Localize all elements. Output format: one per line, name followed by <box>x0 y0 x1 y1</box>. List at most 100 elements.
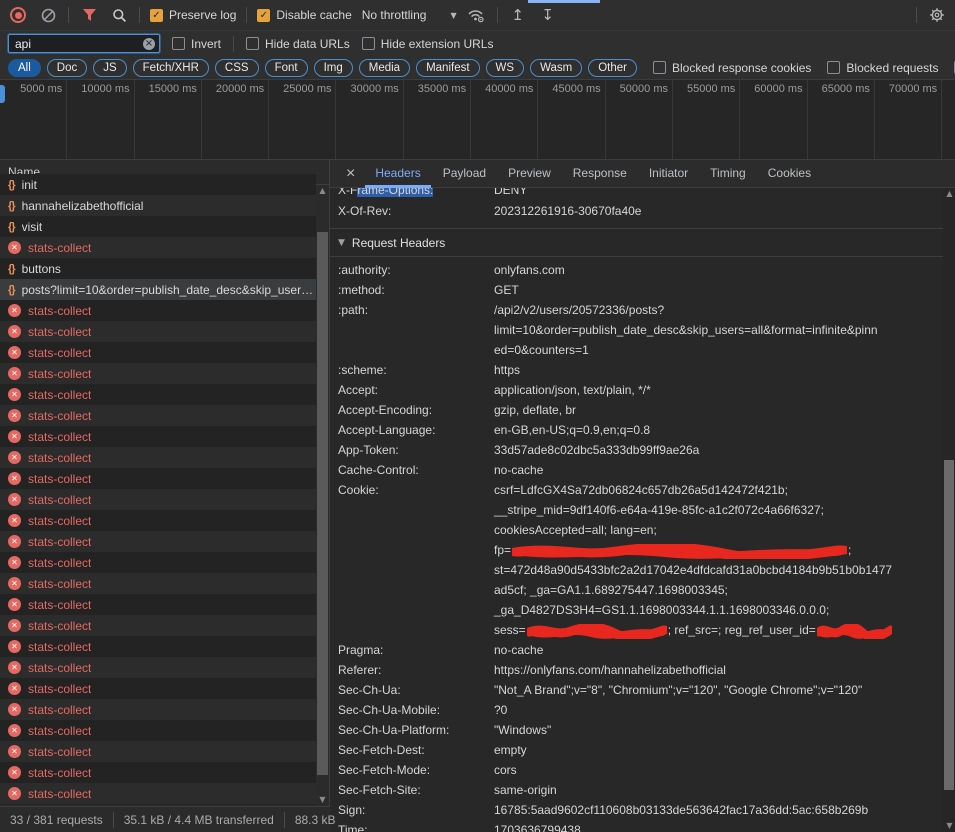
request-row[interactable]: {}buttons <box>0 258 316 279</box>
request-row[interactable]: ✕stats-collect <box>0 741 316 762</box>
filter-chip-doc[interactable]: Doc <box>47 59 87 77</box>
close-detail-icon[interactable]: × <box>338 165 363 183</box>
request-failed-icon: ✕ <box>8 514 21 527</box>
filter-chip-all[interactable]: All <box>8 59 41 77</box>
request-row[interactable]: ✕stats-collect <box>0 384 316 405</box>
blocked-response-cookies-checkbox[interactable]: Blocked response cookies <box>653 61 811 75</box>
request-row[interactable]: ✕stats-collect <box>0 615 316 636</box>
request-row[interactable]: ✕stats-collect <box>0 657 316 678</box>
request-row[interactable]: ✕stats-collect <box>0 720 316 741</box>
scroll-up-icon[interactable]: ▲ <box>943 188 955 200</box>
request-row[interactable]: ✕stats-collect <box>0 510 316 531</box>
request-row[interactable]: ✕stats-collect <box>0 573 316 594</box>
timeline-column: 25000 ms <box>269 80 336 159</box>
filter-chip-font[interactable]: Font <box>265 59 308 77</box>
header-name: Sec-Fetch-Dest: <box>338 740 494 760</box>
record-button[interactable] <box>8 5 28 25</box>
request-row[interactable]: ✕stats-collect <box>0 447 316 468</box>
tab-headers[interactable]: Headers <box>365 160 430 188</box>
request-row[interactable]: ✕stats-collect <box>0 237 316 258</box>
request-failed-icon: ✕ <box>8 304 21 317</box>
request-failed-icon: ✕ <box>8 703 21 716</box>
tab-payload[interactable]: Payload <box>433 160 496 188</box>
filter-chip-fetch-xhr[interactable]: Fetch/XHR <box>133 59 209 77</box>
request-row[interactable]: ✕stats-collect <box>0 762 316 783</box>
filter-chip-ws[interactable]: WS <box>486 59 525 77</box>
request-row[interactable]: ✕stats-collect <box>0 531 316 552</box>
header-value: 202312261916-30670fa40e <box>494 201 943 221</box>
detail-scrollbar[interactable]: ▲ ▼ <box>943 188 955 832</box>
request-failed-icon: ✕ <box>8 661 21 674</box>
export-har-button[interactable]: ↧ <box>538 5 558 25</box>
request-name: stats-collect <box>28 367 91 381</box>
request-row[interactable]: ✕stats-collect <box>0 489 316 510</box>
request-row[interactable]: ✕stats-collect <box>0 594 316 615</box>
header-row: :scheme:https <box>338 360 943 380</box>
scrollbar-thumb[interactable] <box>944 460 954 790</box>
request-row[interactable]: {}init <box>0 174 316 195</box>
clear-button[interactable] <box>38 5 58 25</box>
request-row[interactable]: ✕stats-collect <box>0 678 316 699</box>
request-row[interactable]: ✕stats-collect <box>0 783 316 804</box>
tab-response[interactable]: Response <box>563 160 637 188</box>
tab-preview[interactable]: Preview <box>498 160 561 188</box>
filter-input[interactable] <box>15 37 143 51</box>
throttling-dropdown[interactable]: No throttling ▼ <box>362 8 457 22</box>
timeline-column: 10000 ms <box>67 80 134 159</box>
scroll-up-icon[interactable]: ▲ <box>316 185 329 197</box>
header-name: App-Token: <box>338 440 494 460</box>
scroll-down-icon[interactable]: ▼ <box>316 794 329 806</box>
filter-chip-wasm[interactable]: Wasm <box>530 59 582 77</box>
timeline-tick-label: 5000 ms <box>20 83 62 95</box>
invert-checkbox[interactable]: Invert <box>172 37 221 51</box>
settings-button[interactable] <box>927 5 947 25</box>
request-row[interactable]: {}hannahelizabethofficial <box>0 195 316 216</box>
filter-chip-css[interactable]: CSS <box>215 59 259 77</box>
request-list-scrollbar[interactable]: ▲ ▼ <box>316 185 329 806</box>
request-row[interactable]: {}posts?limit=10&order=publish_date_desc… <box>0 279 316 300</box>
request-row[interactable]: ✕stats-collect <box>0 405 316 426</box>
timeline-tick-label: 40000 ms <box>485 83 533 95</box>
request-row[interactable]: ✕stats-collect <box>0 468 316 489</box>
header-name: X-Frame-Options: <box>338 188 494 200</box>
header-row: X-Of-Rev:202312261916-30670fa40e <box>338 201 943 221</box>
filter-button[interactable] <box>79 5 99 25</box>
preserve-log-checkbox[interactable]: ✓ Preserve log <box>150 8 236 22</box>
filter-chip-other[interactable]: Other <box>588 59 637 77</box>
request-name: stats-collect <box>28 619 91 633</box>
toolbar-divider <box>246 7 247 23</box>
hide-extension-urls-checkbox[interactable]: Hide extension URLs <box>362 37 494 51</box>
request-headers-section[interactable]: ▼ Request Headers <box>330 228 943 257</box>
disable-cache-checkbox[interactable]: ✓ Disable cache <box>257 8 351 22</box>
checkbox-unchecked-icon <box>827 61 840 74</box>
request-row[interactable]: ✕stats-collect <box>0 321 316 342</box>
filter-chip-media[interactable]: Media <box>359 59 410 77</box>
request-row[interactable]: ✕stats-collect <box>0 300 316 321</box>
request-row[interactable]: ✕stats-collect <box>0 552 316 573</box>
request-row[interactable]: ✕stats-collect <box>0 636 316 657</box>
search-button[interactable] <box>109 5 129 25</box>
import-har-icon: ↥ <box>511 6 524 24</box>
toolbar-divider <box>916 7 917 23</box>
request-failed-icon: ✕ <box>8 346 21 359</box>
filter-chip-img[interactable]: Img <box>314 59 353 77</box>
scrollbar-thumb[interactable] <box>317 232 328 775</box>
scroll-down-icon[interactable]: ▼ <box>943 820 955 832</box>
import-har-button[interactable]: ↥ <box>508 5 528 25</box>
filter-chip-manifest[interactable]: Manifest <box>416 59 479 77</box>
network-overview-timeline[interactable]: 5000 ms10000 ms15000 ms20000 ms25000 ms3… <box>0 80 955 160</box>
request-row[interactable]: {}visit <box>0 216 316 237</box>
tab-cookies[interactable]: Cookies <box>758 160 821 188</box>
blocked-requests-checkbox[interactable]: Blocked requests <box>827 61 938 75</box>
request-row[interactable]: ✕stats-collect <box>0 342 316 363</box>
clear-input-icon[interactable]: × <box>143 38 155 50</box>
request-row[interactable]: ✕stats-collect <box>0 426 316 447</box>
hide-data-urls-checkbox[interactable]: Hide data URLs <box>246 37 350 51</box>
request-row[interactable]: ✕stats-collect <box>0 363 316 384</box>
timeline-column: 70000 ms <box>875 80 942 159</box>
filter-chip-js[interactable]: JS <box>93 59 126 77</box>
network-conditions-button[interactable] <box>467 5 487 25</box>
request-row[interactable]: ✕stats-collect <box>0 699 316 720</box>
tab-timing[interactable]: Timing <box>700 160 756 188</box>
tab-initiator[interactable]: Initiator <box>639 160 698 188</box>
